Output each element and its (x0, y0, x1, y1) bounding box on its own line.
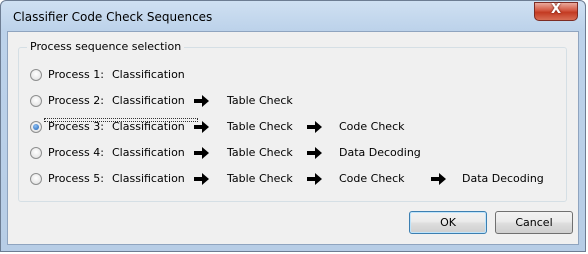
process-name: Process 1: (48, 68, 104, 81)
cancel-button[interactable]: Cancel (495, 211, 573, 234)
window-title: Classifier Code Check Sequences (13, 10, 213, 24)
step-label: Code Check (339, 172, 405, 185)
process-name: Process 5: (48, 172, 104, 185)
right-arrow-icon (194, 147, 209, 159)
process-name: Process 3: (48, 120, 104, 133)
right-arrow-icon (431, 173, 446, 185)
title-bar[interactable]: Classifier Code Check Sequences X (1, 1, 585, 35)
right-arrow-icon (307, 147, 322, 159)
step-label: Table Check (227, 172, 293, 185)
process-1-radio[interactable] (30, 69, 42, 81)
process-name: Process 4: (48, 146, 104, 159)
right-arrow-icon (194, 173, 209, 185)
step-label: Classification (112, 172, 185, 185)
process-2-radio[interactable] (30, 95, 42, 107)
process-name: Process 2: (48, 94, 104, 107)
step-label: Table Check (227, 94, 293, 107)
close-icon: X (550, 2, 562, 17)
right-arrow-icon (307, 173, 322, 185)
step-label: Table Check (227, 146, 293, 159)
dialog-client-area: Process sequence selection Process 1: Cl… (7, 31, 579, 245)
step-label: Data Decoding (462, 172, 544, 185)
step-label: Classification (112, 94, 185, 107)
process-5-radio[interactable] (30, 173, 42, 185)
ok-button[interactable]: OK (409, 211, 487, 234)
right-arrow-icon (194, 95, 209, 107)
step-label: Classification (112, 68, 185, 81)
step-label: Classification (112, 120, 185, 133)
close-button[interactable]: X (534, 2, 578, 21)
step-label: Classification (112, 146, 185, 159)
dialog-window: Classifier Code Check Sequences X Proces… (0, 0, 586, 252)
group-legend: Process sequence selection (27, 40, 185, 53)
right-arrow-icon (194, 121, 209, 133)
process-3-radio[interactable] (30, 121, 42, 133)
step-label: Code Check (339, 120, 405, 133)
step-label: Data Decoding (339, 146, 421, 159)
process-4-radio[interactable] (30, 147, 42, 159)
step-label: Table Check (227, 120, 293, 133)
right-arrow-icon (307, 121, 322, 133)
